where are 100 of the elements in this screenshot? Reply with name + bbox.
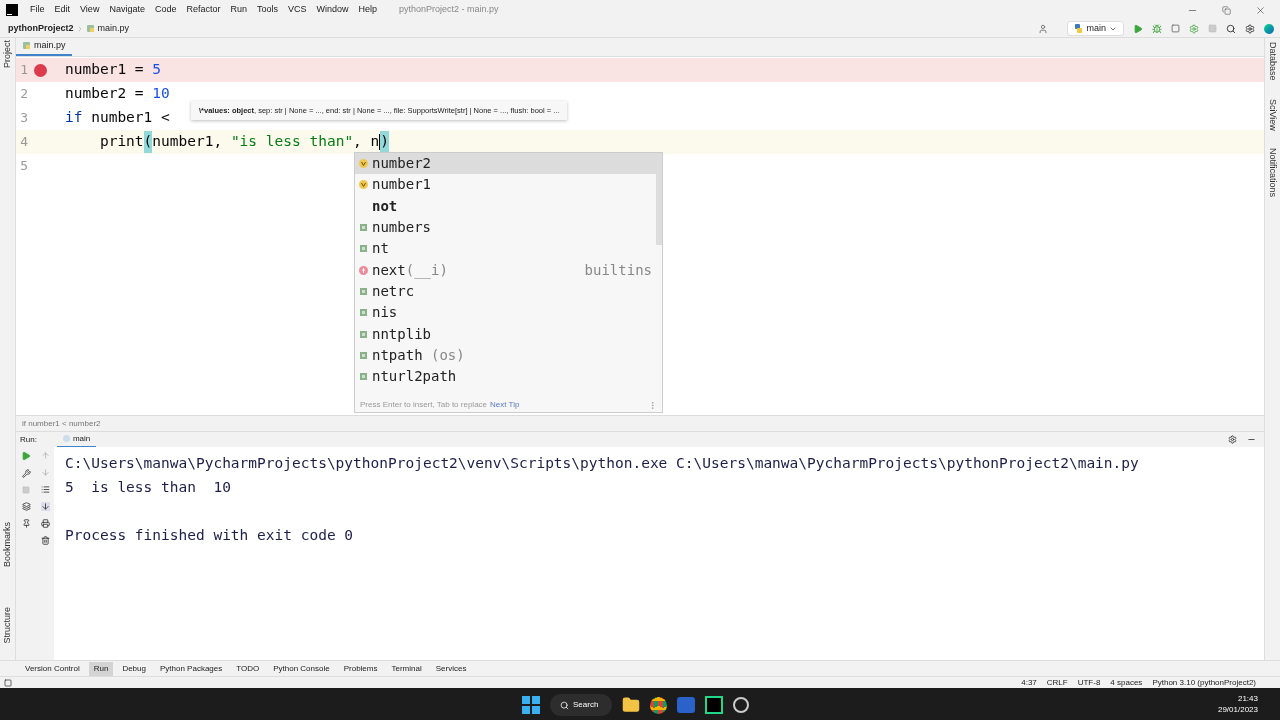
- debug-icon[interactable]: [1152, 23, 1162, 34]
- text-caret: [379, 134, 381, 150]
- python-file-icon: [85, 24, 95, 33]
- code-text: print(number1, "is less than", n): [65, 131, 390, 153]
- print-icon[interactable]: [40, 519, 50, 528]
- package-icon: [359, 350, 368, 360]
- code-breadcrumb[interactable]: if number1 < number2: [22, 417, 101, 430]
- completion-item[interactable]: ntpath (os): [355, 344, 656, 366]
- search-icon[interactable]: [1226, 23, 1236, 34]
- menu-item[interactable]: Run: [230, 3, 247, 17]
- menu-item[interactable]: Navigate: [109, 3, 145, 17]
- user-icon[interactable]: [1038, 23, 1049, 34]
- side-tab[interactable]: Database: [1265, 42, 1280, 81]
- menu-item[interactable]: Window: [316, 3, 349, 17]
- menu-item[interactable]: Edit: [54, 3, 71, 17]
- code-text: if number1 <: [65, 108, 171, 128]
- completion-item[interactable]: netrc: [355, 280, 656, 303]
- tool-window-button[interactable]: Python Packages: [154, 661, 228, 676]
- next-tip-link[interactable]: Next Tip: [490, 399, 520, 411]
- package-icon: [359, 244, 368, 254]
- status-item[interactable]: CRLF: [1046, 676, 1068, 689]
- completion-item[interactable]: nis: [355, 302, 656, 324]
- jetbrains-logo-icon[interactable]: [1264, 23, 1274, 34]
- tool-window-button[interactable]: Version Control: [20, 661, 85, 676]
- project-breadcrumb[interactable]: pythonProject2: [8, 21, 74, 36]
- python-file-icon: [22, 41, 31, 50]
- more-icon[interactable]: [648, 400, 657, 410]
- tool-window-button[interactable]: Terminal: [386, 661, 427, 676]
- menu-item[interactable]: Code: [154, 3, 177, 17]
- panel-label: Run:: [20, 433, 37, 446]
- layout-icon[interactable]: [21, 502, 31, 511]
- file-breadcrumb[interactable]: main.py: [97, 21, 130, 36]
- recorder-icon[interactable]: [733, 697, 749, 713]
- settings-icon[interactable]: [1245, 23, 1255, 34]
- function-icon: [359, 265, 368, 275]
- restore-icon[interactable]: [1222, 5, 1231, 15]
- completion-item[interactable]: number2: [355, 153, 656, 175]
- tool-window-button[interactable]: TODO: [231, 661, 265, 676]
- soft-wrap-icon[interactable]: [40, 485, 50, 494]
- pin-icon[interactable]: [21, 519, 31, 528]
- window-title: pythonProject2 - main.py: [399, 3, 499, 17]
- scroll-to-end-icon[interactable]: [40, 502, 50, 511]
- rerun-icon[interactable]: [21, 451, 31, 461]
- menu-item[interactable]: View: [80, 3, 100, 17]
- folder-icon[interactable]: [622, 696, 640, 714]
- side-tab[interactable]: Notifications: [1265, 148, 1280, 198]
- line-number: 3: [19, 109, 28, 128]
- tool-window-button[interactable]: Services: [430, 661, 472, 676]
- completion-item[interactable]: nntplib: [355, 323, 656, 345]
- windows-logo-icon[interactable]: [522, 696, 540, 714]
- menu-item[interactable]: File: [30, 3, 45, 17]
- status-item[interactable]: 4:37: [1021, 676, 1037, 689]
- code-text: number1 = 5: [65, 60, 162, 80]
- status-item[interactable]: UTF-8: [1077, 676, 1101, 689]
- status-item[interactable]: Python 3.10 (pythonProject2): [1152, 676, 1256, 689]
- taskbar-search[interactable]: Search: [550, 694, 612, 716]
- close-icon[interactable]: [1255, 4, 1266, 16]
- code-text: number2 = 10: [65, 84, 170, 104]
- tool-window-button[interactable]: Python Console: [268, 661, 335, 676]
- clock-time[interactable]: 21:43: [1237, 693, 1258, 704]
- python-icon: [1074, 24, 1084, 33]
- package-icon: [359, 308, 368, 318]
- breakpoint-icon[interactable]: [33, 63, 47, 77]
- completion-item[interactable]: nt: [355, 238, 656, 260]
- panel-toggle-icon[interactable]: [4, 678, 12, 687]
- tool-window-button[interactable]: Run: [88, 661, 114, 676]
- completion-item[interactable]: nturl2path: [355, 365, 656, 388]
- wrench-icon[interactable]: [21, 469, 31, 478]
- completion-item[interactable]: not: [355, 195, 656, 217]
- completion-item[interactable]: numbers: [355, 216, 656, 239]
- menu-item[interactable]: Refactor: [186, 3, 221, 17]
- browser-icon[interactable]: [650, 696, 667, 714]
- tool-window-button[interactable]: Problems: [338, 661, 383, 676]
- package-icon: [359, 286, 368, 296]
- exit-message: Process finished with exit code 0: [65, 526, 354, 546]
- ide-icon[interactable]: [705, 696, 723, 714]
- trash-icon[interactable]: [40, 536, 50, 545]
- menu-item[interactable]: Tools: [256, 3, 278, 17]
- line-number: 5: [19, 157, 28, 176]
- clock-date[interactable]: 29/01/2023: [1217, 704, 1258, 715]
- console-line: 5 is less than 10: [65, 478, 231, 498]
- status-item[interactable]: 4 spaces: [1110, 676, 1143, 689]
- completion-item[interactable]: number1: [355, 174, 656, 196]
- side-tab[interactable]: Bookmarks: [0, 522, 15, 568]
- app-logo-icon: [6, 4, 18, 16]
- side-tab[interactable]: Structure: [0, 607, 15, 644]
- menu-item[interactable]: VCS: [288, 3, 307, 17]
- settings-icon[interactable]: [1228, 435, 1237, 444]
- variable-icon: [359, 180, 368, 190]
- run-config-dropdown[interactable]: main: [1067, 21, 1124, 36]
- side-tab[interactable]: Project: [0, 40, 15, 68]
- line-number: 2: [19, 85, 28, 104]
- variable-icon: [359, 159, 368, 169]
- run-icon[interactable]: [1133, 23, 1143, 34]
- completion-item[interactable]: next(__i) builtins: [355, 259, 656, 281]
- side-tab[interactable]: SciView: [1265, 98, 1280, 131]
- menu-item[interactable]: Help: [358, 3, 378, 17]
- tool-window-button[interactable]: Debug: [117, 661, 151, 676]
- package-icon: [359, 223, 368, 233]
- scrollbar[interactable]: [656, 153, 662, 245]
